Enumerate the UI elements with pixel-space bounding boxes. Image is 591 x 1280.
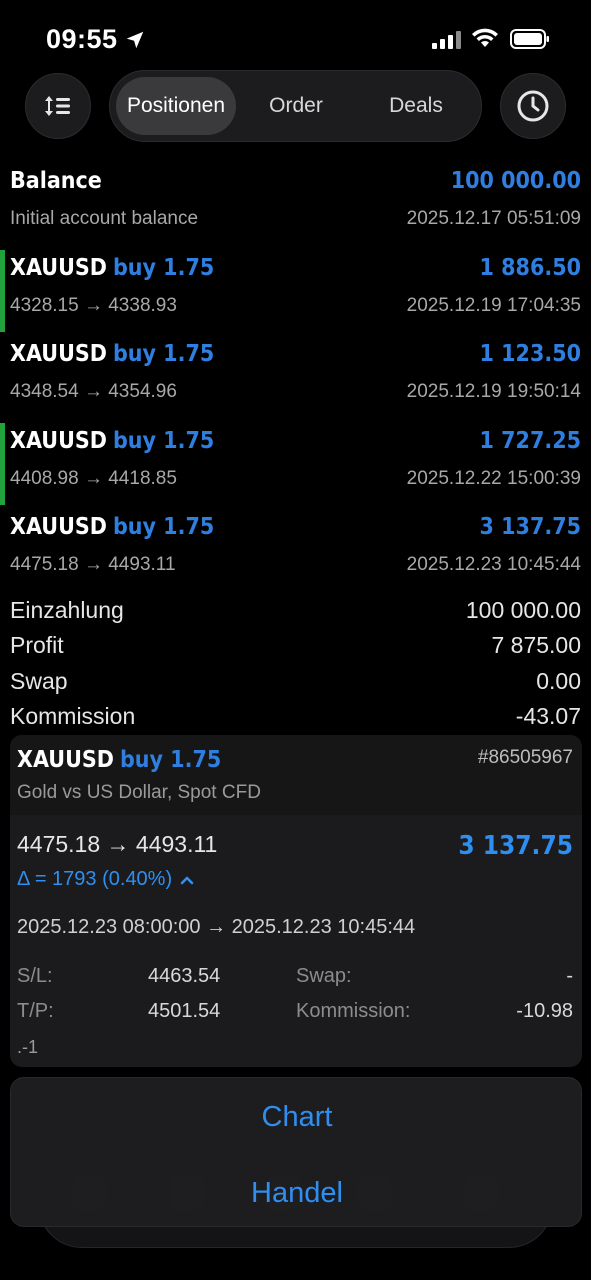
deal-date: 2025.12.23 10:45:44 bbox=[406, 554, 581, 575]
deal-symbol: XAUUSD buy 1.75 bbox=[10, 255, 215, 281]
balance-value: 100 000.00 bbox=[450, 168, 581, 194]
balance-sub: Initial account balance bbox=[10, 208, 199, 229]
detail-profit: 3 137.75 bbox=[458, 831, 573, 861]
summary-label: Profit bbox=[10, 632, 64, 658]
deal-marker bbox=[0, 423, 5, 505]
deal-row[interactable]: XAUUSD buy 1.75 1 123.50 4348.54 → 4354.9… bbox=[0, 331, 591, 417]
deal-side: buy 1.75 bbox=[112, 514, 215, 540]
deal-profit: 1 727.25 bbox=[479, 428, 581, 454]
detail-delta-text: Δ = 1793 (0.40%) bbox=[17, 868, 173, 890]
deal-row[interactable]: XAUUSD buy 1.75 1 886.50 4328.15 → 4338.9… bbox=[0, 245, 591, 332]
status-time: 09:55 bbox=[46, 24, 118, 54]
summary-profit: Profit 7 875.00 bbox=[0, 632, 591, 667]
detail-symbol: XAUUSD buy 1.75 bbox=[17, 747, 222, 773]
cellular-signal-icon bbox=[432, 31, 461, 49]
history-button[interactable] bbox=[500, 73, 566, 139]
summary-swap: Swap 0.00 bbox=[0, 668, 591, 703]
clock-icon bbox=[517, 90, 549, 122]
deal-date: 2025.12.22 15:00:39 bbox=[406, 468, 581, 489]
detail-ticket: #86505967 bbox=[477, 747, 573, 768]
detail-description: Gold vs US Dollar, Spot CFD bbox=[17, 782, 261, 803]
detail-times: 2025.12.23 08:00:00 → 2025.12.23 10:45:4… bbox=[17, 916, 416, 938]
summary-label: Kommission bbox=[10, 703, 136, 729]
status-bar: 09:55 bbox=[0, 0, 591, 78]
balance-label: Balance bbox=[10, 168, 102, 194]
deal-profit: 1 123.50 bbox=[479, 341, 581, 367]
chevron-up-icon bbox=[180, 876, 194, 884]
summary-deposit: Einzahlung 100 000.00 bbox=[0, 597, 591, 632]
swap-label: Swap: bbox=[296, 965, 352, 987]
tab-positionen[interactable]: Positionen bbox=[116, 77, 236, 135]
balance-row[interactable]: Balance 100 000.00 Initial account balan… bbox=[0, 158, 591, 244]
deal-profit: 3 137.75 bbox=[479, 514, 581, 540]
deal-profit: 1 886.50 bbox=[479, 255, 581, 281]
commission-label: Kommission: bbox=[296, 1000, 411, 1022]
summary-value: 0.00 bbox=[536, 668, 581, 694]
deal-symbol: XAUUSD buy 1.75 bbox=[10, 341, 215, 367]
sl-label: S/L: bbox=[17, 965, 53, 987]
deal-side: buy 1.75 bbox=[112, 428, 215, 454]
tab-order[interactable]: Order bbox=[241, 77, 351, 135]
deal-side: buy 1.75 bbox=[112, 341, 215, 367]
position-detail-card[interactable]: XAUUSD buy 1.75 #86505967 Gold vs US Doll… bbox=[10, 735, 582, 1067]
deal-row[interactable]: XAUUSD buy 1.75 1 727.25 4408.98 → 4418.8… bbox=[0, 418, 591, 505]
trade-button[interactable]: Handel bbox=[11, 1158, 583, 1228]
deal-date: 2025.12.19 19:50:14 bbox=[406, 381, 581, 402]
sl-value: 4463.54 bbox=[148, 965, 221, 987]
tp-value: 4501.54 bbox=[148, 1000, 221, 1022]
deal-side: buy 1.75 bbox=[112, 255, 215, 281]
deal-marker bbox=[0, 250, 5, 332]
detail-side: buy 1.75 bbox=[119, 747, 222, 773]
deal-prices: 4475.18 → 4493.11 bbox=[10, 554, 176, 575]
summary-value: 7 875.00 bbox=[491, 632, 581, 658]
deal-date: 2025.12.19 17:04:35 bbox=[406, 295, 581, 316]
deal-prices: 4408.98 → 4418.85 bbox=[10, 468, 177, 489]
action-sheet: Chart Handel bbox=[10, 1077, 582, 1227]
detail-delta[interactable]: Δ = 1793 (0.40%) bbox=[17, 868, 194, 891]
segmented-control: Positionen Order Deals bbox=[109, 70, 482, 142]
tab-deals[interactable]: Deals bbox=[356, 77, 476, 135]
wifi-icon bbox=[472, 28, 498, 47]
deal-prices: 4328.15 → 4338.93 bbox=[10, 295, 177, 316]
commission-value: -10.98 bbox=[516, 1000, 573, 1022]
tp-label: T/P: bbox=[17, 1000, 54, 1022]
deal-symbol: XAUUSD buy 1.75 bbox=[10, 514, 215, 540]
summary-value: 100 000.00 bbox=[465, 597, 581, 623]
balance-date: 2025.12.17 05:51:09 bbox=[406, 208, 581, 229]
location-arrow-icon bbox=[126, 31, 144, 49]
detail-prices: 4475.18 → 4493.11 bbox=[17, 831, 218, 857]
summary-label: Swap bbox=[10, 668, 68, 694]
deal-prices: 4348.54 → 4354.96 bbox=[10, 381, 177, 402]
battery-icon bbox=[510, 29, 549, 49]
chart-button[interactable]: Chart bbox=[11, 1082, 583, 1152]
summary-label: Einzahlung bbox=[10, 597, 124, 623]
sort-button[interactable] bbox=[25, 73, 91, 139]
deal-symbol: XAUUSD buy 1.75 bbox=[10, 428, 215, 454]
summary-commission: Kommission -43.07 bbox=[0, 703, 591, 738]
summary-value: -43.07 bbox=[515, 703, 581, 729]
detail-footer: .-1 bbox=[17, 1037, 39, 1057]
deal-row[interactable]: XAUUSD buy 1.75 3 137.75 4475.18 → 4493.1… bbox=[0, 504, 591, 590]
sort-icon bbox=[45, 96, 70, 116]
swap-value: - bbox=[566, 965, 573, 987]
